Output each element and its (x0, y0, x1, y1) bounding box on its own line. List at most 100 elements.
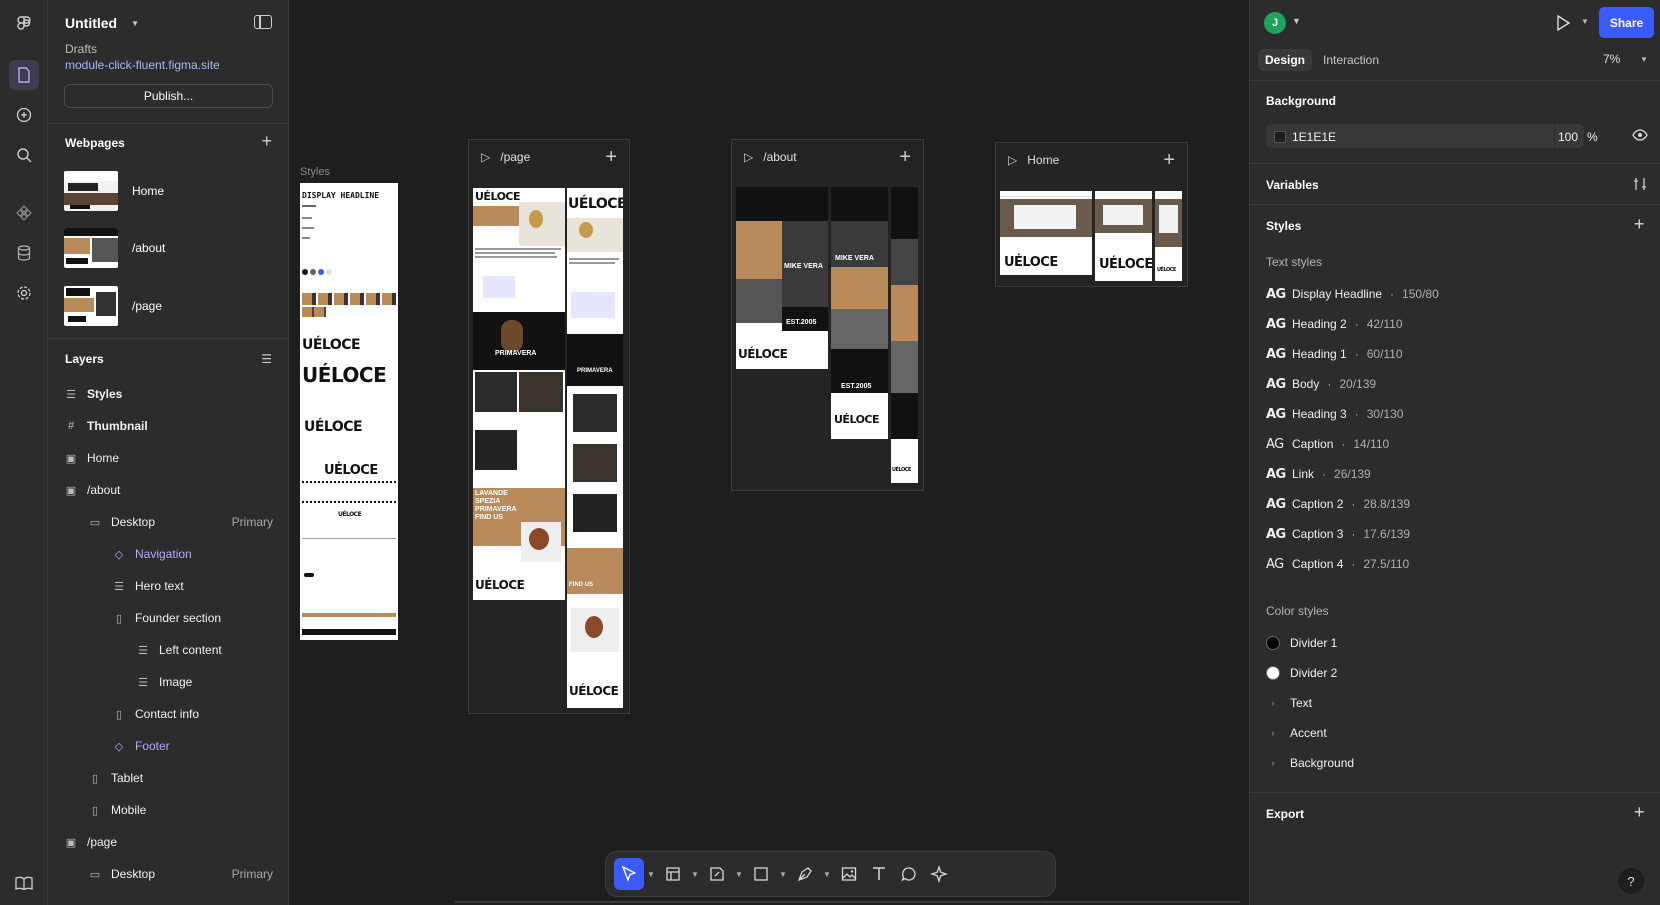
layer-styles[interactable]: ☰ Styles (64, 383, 122, 405)
horizontal-scrollbar[interactable] (455, 901, 1240, 903)
play-icon[interactable]: ▷ (481, 150, 490, 164)
layer-navigation[interactable]: ◇ Navigation (112, 543, 192, 565)
search-icon[interactable] (9, 140, 39, 170)
color-group-item[interactable]: › Accent (1266, 723, 1327, 743)
comment-tool-icon[interactable] (894, 858, 924, 890)
layer-image[interactable]: ☰ Image (136, 671, 192, 693)
add-export-button[interactable]: + (1634, 802, 1645, 823)
text-style-item[interactable]: AG Heading 1 · 60/110 (1266, 344, 1403, 364)
file-icon[interactable] (9, 60, 39, 90)
sidebar-toggle-icon[interactable] (254, 15, 272, 29)
layer-founder-section[interactable]: ▯ Founder section (112, 607, 221, 629)
text-style-item[interactable]: AG Caption · 14/110 (1266, 434, 1389, 454)
layer-desktop[interactable]: ▭ Desktop Primary (88, 511, 289, 533)
color-style-item[interactable]: Divider 2 (1266, 663, 1337, 683)
text-style-item[interactable]: AG Display Headline · 150/80 (1266, 284, 1439, 304)
layer-left-content[interactable]: ☰ Left content (136, 639, 222, 661)
display-headline-sample: DISPLAY HEADLINE (302, 191, 380, 200)
ai-sparkle-icon[interactable] (924, 858, 954, 890)
text-style-item[interactable]: AG Link · 26/139 (1266, 464, 1371, 484)
add-breakpoint-button[interactable]: + (1163, 150, 1175, 170)
background-color-field[interactable]: 1E1E1E 100 (1266, 124, 1584, 148)
text-style-item[interactable]: AG Caption 2 · 28.8/139 (1266, 494, 1410, 514)
background-opacity-value[interactable]: 100 (1556, 130, 1578, 144)
play-icon[interactable]: ▷ (1008, 153, 1017, 167)
style-name: Caption (1292, 437, 1334, 451)
site-url-link[interactable]: module-click-fluent.figma.site (65, 58, 220, 72)
book-icon[interactable] (9, 868, 39, 898)
frame-about[interactable]: ▷ /about + MIKE VERA EST.2005 UÉLOCE MIK… (731, 139, 924, 491)
layer-page[interactable]: ▣ /page (64, 831, 117, 853)
play-icon[interactable] (1555, 14, 1571, 35)
layer-footer[interactable]: ◇ Footer (112, 735, 170, 757)
frame-home[interactable]: ▷ Home + UÉLOCE UÉLOCE UÉLOCE (995, 142, 1188, 287)
left-panel: Untitled ▼ Drafts module-click-fluent.fi… (48, 0, 289, 905)
layer-home[interactable]: ▣ Home (64, 447, 119, 469)
help-button[interactable]: ? (1618, 868, 1644, 894)
move-tool-icon[interactable] (614, 858, 644, 890)
rectangle-tool-icon[interactable] (746, 858, 776, 890)
layer-desktop[interactable]: ▭ Desktop Primary (88, 863, 289, 885)
play-icon[interactable]: ▷ (744, 150, 753, 164)
layer-thumbnail[interactable]: # Thumbnail (64, 415, 148, 437)
frame-label: Home (1027, 153, 1060, 167)
frame-tool-icon[interactable] (658, 858, 688, 890)
publish-button[interactable]: Publish... (64, 84, 273, 108)
color-group-item[interactable]: › Background (1266, 753, 1355, 773)
background-hex-value[interactable]: 1E1E1E (1292, 130, 1336, 144)
layer-contact-info[interactable]: ▯ Contact info (112, 703, 199, 725)
chevron-down-icon[interactable]: ▼ (732, 870, 746, 879)
chevron-down-icon[interactable]: ▼ (776, 870, 790, 879)
avatar[interactable]: J (1264, 12, 1286, 34)
text-style-item[interactable]: AG Caption 4 · 27.5/110 (1266, 554, 1409, 574)
section-tool-icon[interactable] (702, 858, 732, 890)
webpage-item-home[interactable]: Home (64, 171, 164, 211)
chevron-down-icon[interactable]: ▼ (644, 870, 658, 879)
text-style-item[interactable]: AG Heading 2 · 42/110 (1266, 314, 1403, 334)
chevron-down-icon[interactable]: ▼ (1292, 16, 1301, 26)
styles-frame[interactable]: DISPLAY HEADLINE UÉLOCE UÉLOCE UÉLOCE UÉ… (300, 183, 398, 640)
chevron-down-icon[interactable]: ▼ (1581, 17, 1589, 26)
zoom-level[interactable]: 7% (1603, 52, 1620, 66)
add-icon[interactable] (9, 100, 39, 130)
color-group-item[interactable]: › Text (1266, 693, 1313, 713)
text-style-item[interactable]: AG Caption 3 · 17.6/139 (1266, 524, 1410, 544)
settings-icon[interactable] (9, 278, 39, 308)
variables-settings-icon[interactable] (1633, 177, 1647, 194)
chevron-down-icon[interactable]: ▼ (820, 870, 834, 879)
color-style-item[interactable]: Divider 1 (1266, 633, 1337, 653)
layer-tablet[interactable]: ▯ Tablet (88, 767, 143, 789)
text-tool-icon[interactable] (864, 858, 894, 890)
component-icon: ◇ (114, 740, 124, 753)
layer-hero-text[interactable]: ☰ Hero text (112, 575, 184, 597)
share-button[interactable]: Share (1599, 7, 1654, 38)
webpage-item-page[interactable]: /page (64, 286, 162, 326)
chevron-down-icon[interactable]: ▼ (1640, 55, 1648, 64)
style-spec: 14/110 (1353, 437, 1390, 451)
pen-tool-icon[interactable] (790, 858, 820, 890)
tab-interaction[interactable]: Interaction (1316, 49, 1386, 71)
webpage-item-about[interactable]: /about (64, 228, 165, 268)
database-icon[interactable] (9, 238, 39, 268)
add-webpage-button[interactable]: + (261, 132, 272, 150)
components-icon[interactable] (9, 198, 39, 228)
add-breakpoint-button[interactable]: + (899, 147, 911, 167)
brand-logo: UÉLOCE (1157, 267, 1176, 273)
image-tool-icon[interactable] (834, 858, 864, 890)
color-swatch[interactable] (1274, 131, 1286, 143)
add-breakpoint-button[interactable]: + (605, 147, 617, 167)
frame-page[interactable]: ▷ /page + UÉLOCE PRIMAVERA LAVANDE SPEZI… (468, 139, 630, 714)
layer-mobile[interactable]: ▯ Mobile (88, 799, 146, 821)
text-style-item[interactable]: AG Heading 3 · 30/130 (1266, 404, 1403, 424)
tab-design[interactable]: Design (1258, 49, 1313, 71)
style-sep: · (1354, 317, 1359, 331)
collapse-layers-icon[interactable]: ☰ (261, 352, 272, 366)
text-style-item[interactable]: AG Body · 20/139 (1266, 374, 1376, 394)
file-title[interactable]: Untitled ▼ (65, 15, 139, 31)
chevron-down-icon[interactable]: ▼ (688, 870, 702, 879)
visibility-eye-icon[interactable] (1632, 129, 1648, 144)
figma-logo-icon[interactable] (9, 8, 39, 38)
canvas[interactable]: Styles DISPLAY HEADLINE UÉLOCE UÉLOCE UÉ… (289, 0, 1236, 905)
layer-about[interactable]: ▣ /about (64, 479, 121, 501)
add-style-button[interactable]: + (1634, 214, 1645, 235)
